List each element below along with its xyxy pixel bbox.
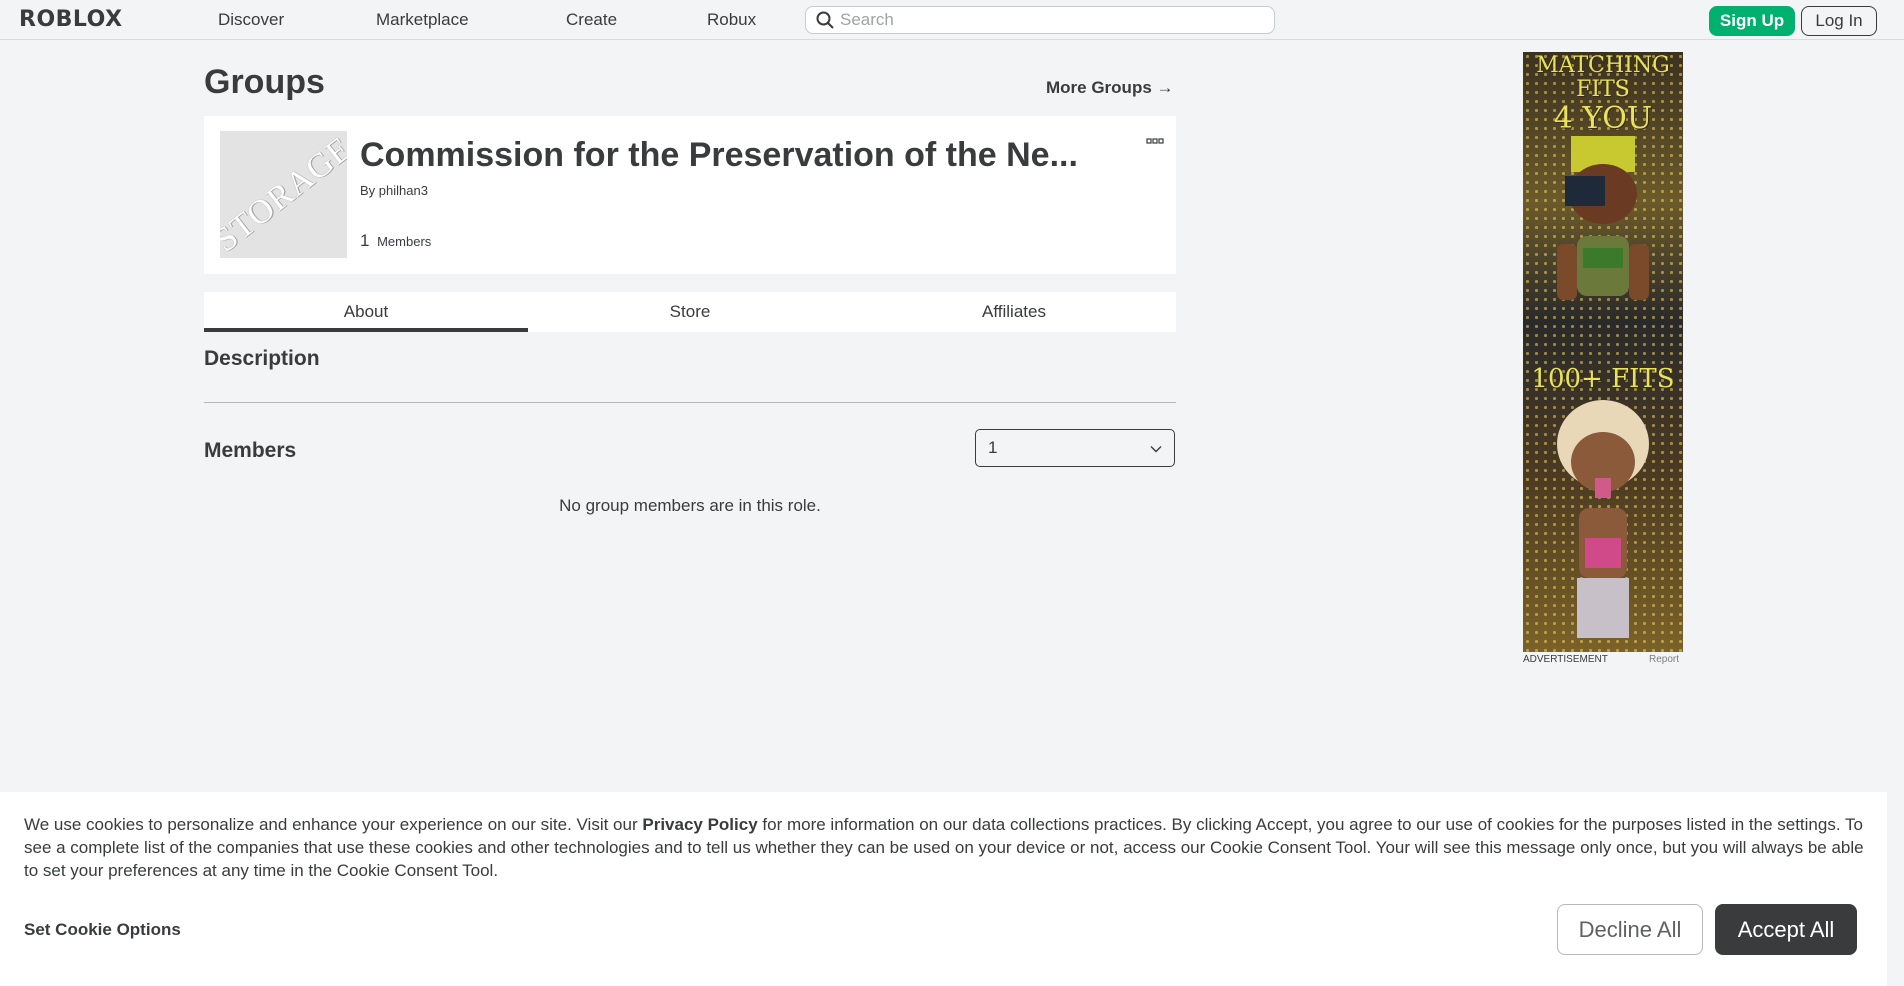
empty-members-message: No group members are in this role. [559,496,821,515]
report-ad-link[interactable]: Report [1649,654,1679,666]
nav-robux[interactable]: Robux [707,9,756,31]
group-name: Commission for the Preservation of the N… [360,136,1078,174]
more-options-icon[interactable] [1146,133,1164,144]
tab-affiliates[interactable]: Affiliates [852,292,1176,332]
member-count-number: 1 [360,231,370,250]
group-emblem-text: STORAGE [220,131,347,258]
accept-all-button[interactable]: Accept All [1715,904,1857,955]
sign-up-button[interactable]: Sign Up [1709,6,1795,36]
group-tabs: About Store Affiliates [204,292,1176,332]
ad-headline-2: FITS [1576,77,1630,102]
cookie-message-intro: We use cookies to personalize and enhanc… [24,815,643,834]
nav-marketplace[interactable]: Marketplace [376,9,469,31]
ad-headline-3: 4 YOU [1553,101,1653,136]
ad-avatar-figure-bottom [1557,400,1649,638]
group-owner: By philhan3 [360,182,428,200]
page-title: Groups [204,63,325,101]
members-heading: Members [204,439,297,462]
log-in-button[interactable]: Log In [1801,6,1877,36]
search-box [805,6,1275,34]
set-cookie-options-link[interactable]: Set Cookie Options [24,919,181,941]
decline-all-button[interactable]: Decline All [1557,904,1703,955]
page-scrollbar[interactable] [1887,40,1904,986]
owner-prefix: By [360,183,376,198]
group-header-card: STORAGE Commission for the Preservation … [204,116,1176,274]
cookie-message: We use cookies to personalize and enhanc… [24,813,1864,882]
ad-headline-1: MATCHING [1536,53,1670,78]
ad-avatar-figure-top [1557,136,1649,300]
advertisement-label: ADVERTISEMENT [1523,654,1608,665]
role-dropdown[interactable]: 1 [975,429,1175,467]
nav-discover[interactable]: Discover [218,9,284,31]
description-heading: Description [204,347,320,370]
member-count-label: Members [377,234,432,249]
roblox-logo[interactable]: ROBLOX [19,8,123,32]
nav-create[interactable]: Create [566,9,617,31]
tab-store[interactable]: Store [528,292,852,332]
owner-link[interactable]: philhan3 [379,183,428,198]
section-divider [204,402,1176,403]
tab-about[interactable]: About [204,292,528,332]
privacy-policy-link[interactable]: Privacy Policy [642,815,757,834]
cookie-consent-banner: We use cookies to personalize and enhanc… [0,792,1887,986]
group-emblem: STORAGE [220,131,347,258]
search-input[interactable] [840,8,1260,32]
search-icon[interactable] [810,7,840,33]
top-navigation-bar: ROBLOX Discover Marketplace Create Robux… [0,0,1904,40]
chevron-down-icon [1150,438,1162,458]
ad-headline-4: 100+ FITS [1531,364,1675,394]
advertisement-banner[interactable]: MATCHING FITS 4 YOU 100+ FITS [1523,52,1683,652]
more-groups-link[interactable]: More Groups → [1046,77,1174,99]
role-dropdown-value: 1 [988,438,998,457]
member-count: 1 Members [360,230,431,252]
